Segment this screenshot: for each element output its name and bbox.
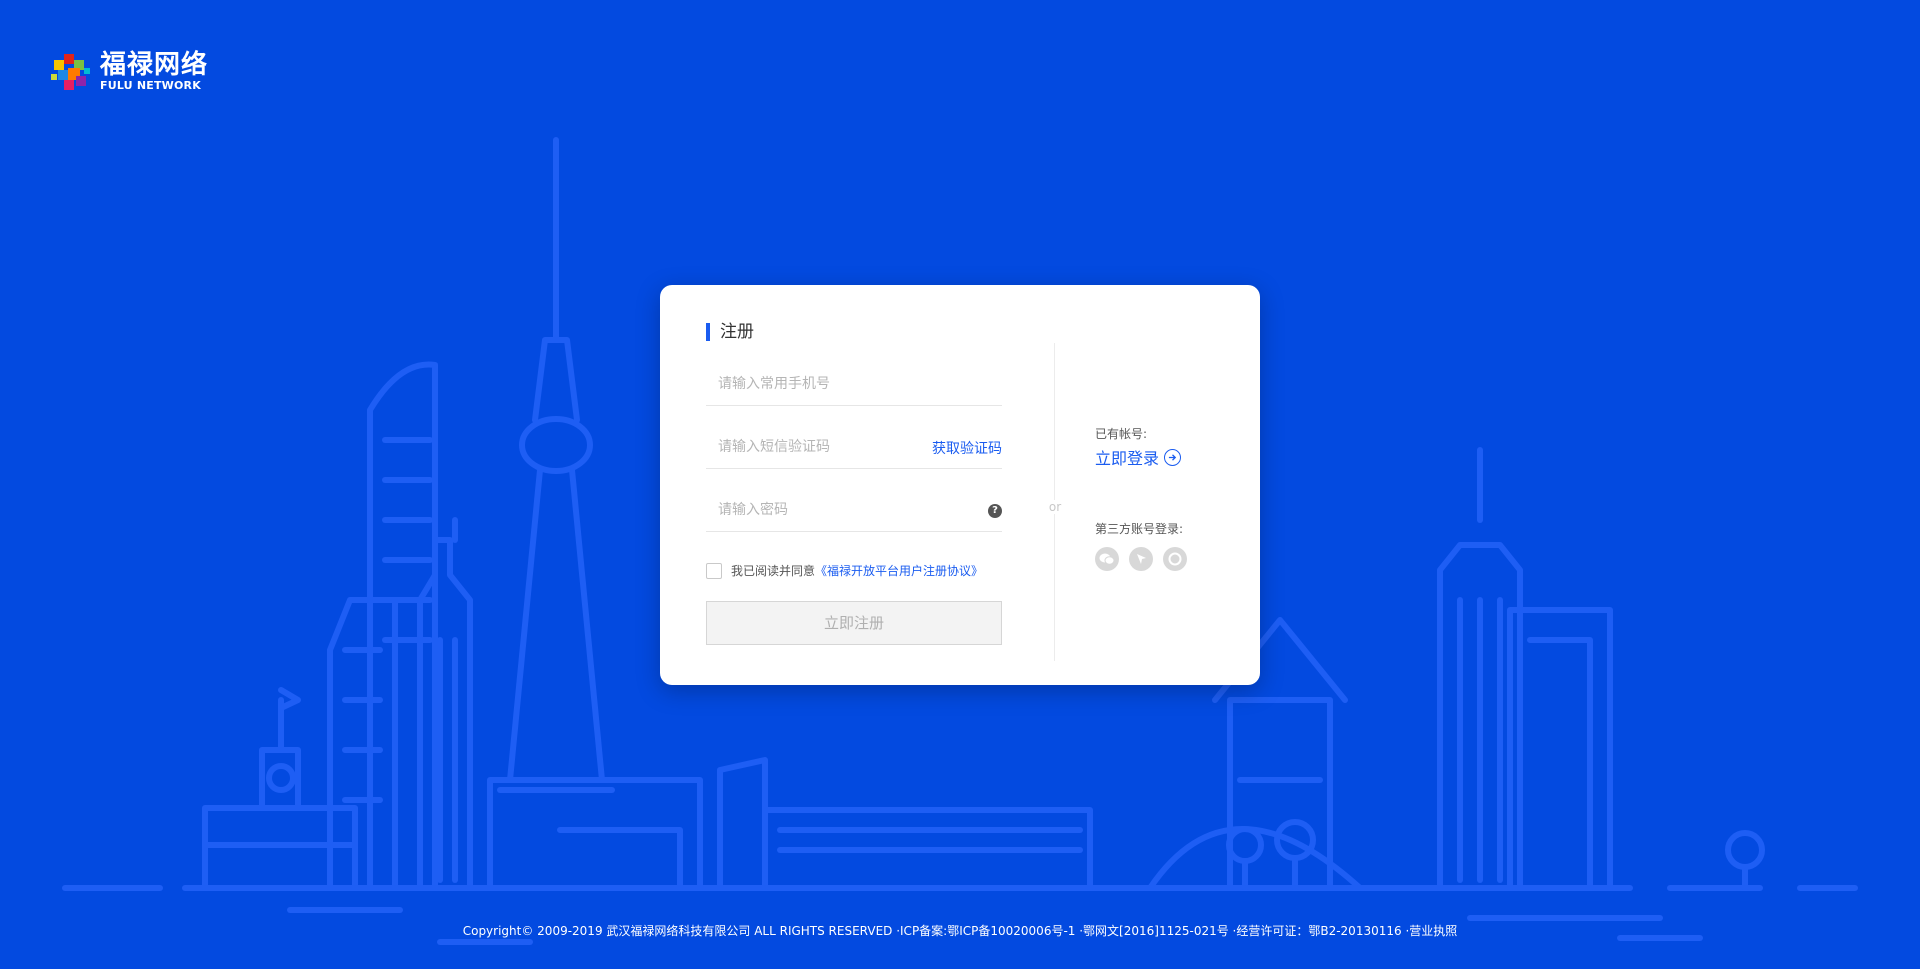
agreement-checkbox[interactable] xyxy=(706,562,722,579)
agreement-link[interactable]: 《福禄开放平台用户注册协议》 xyxy=(815,562,983,579)
logo-icon xyxy=(51,54,90,90)
brand-logo[interactable]: 福禄网络 FULU NETWORK xyxy=(48,46,208,96)
qq-icon[interactable] xyxy=(1163,547,1187,571)
or-label: or xyxy=(1046,500,1064,514)
password-input[interactable] xyxy=(706,489,940,531)
form-title: 注册 xyxy=(706,323,754,341)
wechat-icon[interactable] xyxy=(1095,547,1119,571)
agreement-text: 我已阅读并同意 xyxy=(731,564,816,578)
get-code-button[interactable]: 获取验证码 xyxy=(932,438,1002,458)
third-party-label: 第三方账号登录: xyxy=(1095,522,1184,536)
social-login-row xyxy=(1095,547,1197,571)
weibo-icon[interactable] xyxy=(1129,547,1153,571)
login-link-label: 立即登录 xyxy=(1095,449,1160,468)
arrow-right-icon xyxy=(1164,448,1182,466)
brand-name-en: FULU NETWORK xyxy=(100,78,201,92)
agreement-row: 我已阅读并同意 《福禄开放平台用户注册协议》 xyxy=(706,562,983,579)
register-button[interactable]: 立即注册 xyxy=(706,601,1002,645)
brand-name-cn: 福禄网络 xyxy=(100,49,209,80)
register-card: 注册 获取验证码 ? 我已阅读并同意 《福禄开放平台用户注册协议》 立即注册 o… xyxy=(660,285,1260,685)
phone-field xyxy=(706,363,1002,406)
sms-code-field: 获取验证码 xyxy=(706,426,1002,469)
password-field: ? xyxy=(706,489,1002,532)
has-account-label: 已有帐号: xyxy=(1095,427,1148,441)
help-icon[interactable]: ? xyxy=(988,504,1002,518)
footer-copyright: Copyright© 2009-2019 武汉福禄网络科技有限公司 ALL RI… xyxy=(462,924,1458,938)
login-link[interactable]: 立即登录 xyxy=(1095,445,1182,469)
sms-code-input[interactable] xyxy=(706,426,940,468)
phone-input[interactable] xyxy=(706,363,940,405)
